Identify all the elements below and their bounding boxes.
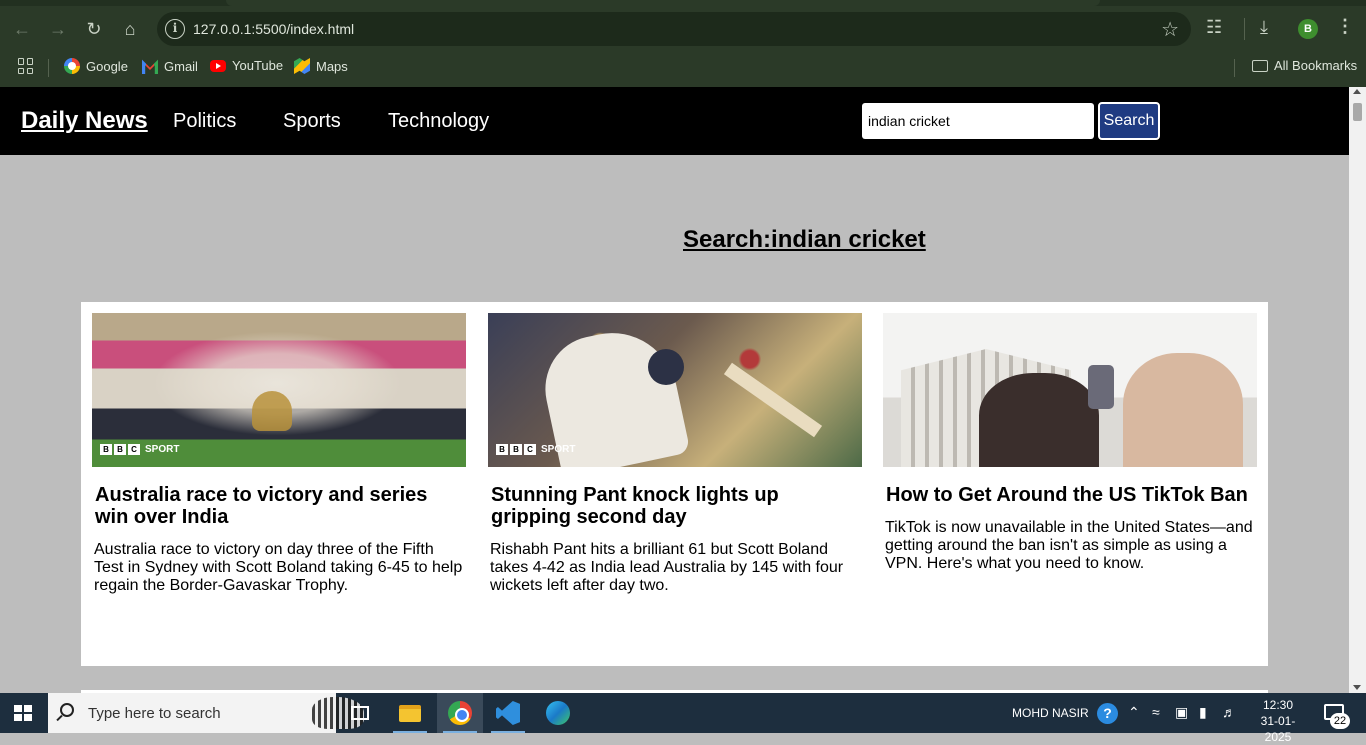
- scroll-up-arrow-icon[interactable]: [1353, 89, 1361, 94]
- page-scrollbar[interactable]: [1349, 87, 1366, 693]
- task-view-icon: [351, 706, 369, 720]
- all-bookmarks-button[interactable]: All Bookmarks: [1252, 58, 1357, 73]
- chrome-icon: [448, 701, 472, 725]
- edge-icon: [546, 701, 570, 725]
- taskbar-edge[interactable]: [535, 693, 581, 733]
- clock-date: 31-01-2025: [1260, 714, 1296, 744]
- bookmarks-bar: Google Gmail YouTube Maps All Bookmarks: [0, 50, 1366, 87]
- tab-strip: [0, 0, 1366, 6]
- notification-count-badge: 22: [1330, 713, 1350, 729]
- profile-avatar[interactable]: B: [1298, 19, 1318, 39]
- taskbar-file-explorer[interactable]: [387, 693, 433, 733]
- back-button[interactable]: ←: [9, 16, 35, 42]
- brand-logo-link[interactable]: Daily News: [21, 107, 148, 135]
- reload-button[interactable]: ↻: [81, 16, 107, 42]
- bbc-sport-logo: B B C SPORT: [496, 444, 575, 455]
- taskbar-search-placeholder: Type here to search: [88, 705, 221, 722]
- news-card[interactable]: How to Get Around the US TikTok Ban TikT…: [883, 313, 1257, 573]
- google-icon: [64, 58, 80, 74]
- news-card[interactable]: B B C SPORT Stunning Pant knock lights up g…: [488, 313, 862, 595]
- bookmarks-divider: [48, 59, 49, 77]
- chevron-up-icon[interactable]: ⌃: [1128, 704, 1140, 721]
- bookmark-star-icon[interactable]: ☆: [1161, 17, 1179, 42]
- taskbar-search-box[interactable]: Type here to search: [48, 693, 364, 733]
- address-bar[interactable]: i 127.0.0.1:5500/index.html ☆: [157, 12, 1191, 46]
- all-bookmarks-label: All Bookmarks: [1274, 58, 1358, 73]
- scroll-down-arrow-icon[interactable]: [1353, 685, 1361, 690]
- bookmark-label: Google: [86, 58, 128, 74]
- windows-taskbar: Type here to search MOHD NASIR ? ⌃ ≈ ▣ ▮…: [0, 693, 1366, 744]
- meet-icon[interactable]: ▣: [1175, 704, 1188, 721]
- bbc-sport-logo: B B C SPORT: [100, 444, 179, 455]
- news-card-description: Rishabh Pant hits a brilliant 61 but Sco…: [490, 541, 844, 594]
- nav-link-sports[interactable]: Sports: [283, 110, 341, 133]
- gmail-icon: [142, 59, 158, 74]
- news-card-description: TikTok is now unavailable in the United …: [885, 519, 1253, 572]
- help-icon[interactable]: ?: [1097, 703, 1118, 724]
- bookmark-gmail[interactable]: Gmail: [142, 58, 198, 74]
- bookmark-google[interactable]: Google: [64, 58, 128, 74]
- vscode-icon: [496, 701, 520, 725]
- news-card-title[interactable]: Australia race to victory and series win…: [95, 484, 463, 528]
- bookmark-label: Maps: [316, 58, 348, 74]
- apps-grid-icon[interactable]: [18, 58, 34, 74]
- search-button[interactable]: Search: [1098, 102, 1160, 140]
- bookmark-label: YouTube: [232, 58, 284, 73]
- news-card-image[interactable]: [883, 313, 1257, 467]
- news-card-title[interactable]: Stunning Pant knock lights up gripping s…: [491, 484, 859, 528]
- search-results-heading: Search:indian cricket: [683, 226, 926, 253]
- extensions-icon[interactable]: ☷: [1206, 17, 1222, 38]
- news-cards-container: B B C SPORT Australia race to victory and s…: [81, 302, 1268, 666]
- news-card-title[interactable]: How to Get Around the US TikTok Ban: [886, 484, 1254, 506]
- scroll-thumb[interactable]: [1353, 103, 1362, 121]
- windows-start-icon[interactable]: [14, 705, 32, 721]
- forward-button[interactable]: →: [45, 16, 71, 42]
- site-navbar: Daily News Politics Sports Technology Se…: [0, 87, 1349, 155]
- clock-time: 12:30: [1262, 698, 1294, 712]
- news-card-image[interactable]: B B C SPORT: [488, 313, 862, 467]
- tray-user-name[interactable]: MOHD NASIR: [1012, 706, 1089, 720]
- news-card-image[interactable]: B B C SPORT: [92, 313, 466, 467]
- nav-link-politics[interactable]: Politics: [173, 110, 236, 133]
- battery-icon[interactable]: ▮: [1199, 704, 1207, 721]
- task-view-button[interactable]: [337, 693, 383, 733]
- volume-icon[interactable]: ♬: [1222, 704, 1236, 720]
- web-page: Daily News Politics Sports Technology Se…: [0, 87, 1349, 693]
- download-icon[interactable]: ⤓: [1260, 17, 1268, 38]
- active-tab[interactable]: [226, 0, 1100, 6]
- home-button[interactable]: ⌂: [117, 16, 143, 42]
- toolbar-divider: [1244, 18, 1245, 40]
- taskbar-clock[interactable]: 12:30 31-01-2025: [1248, 697, 1308, 745]
- nav-link-technology[interactable]: Technology: [388, 110, 489, 133]
- wifi-icon[interactable]: ≈: [1152, 704, 1160, 720]
- youtube-icon: [210, 59, 226, 72]
- bookmarks-divider: [1234, 59, 1235, 77]
- search-icon: [60, 703, 74, 717]
- news-card-description: Australia race to victory on day three o…: [94, 541, 463, 594]
- url-text: 127.0.0.1:5500/index.html: [193, 21, 355, 37]
- news-card[interactable]: B B C SPORT Australia race to victory and s…: [92, 313, 466, 595]
- bookmark-maps[interactable]: Maps: [294, 58, 348, 74]
- site-info-icon[interactable]: i: [165, 19, 185, 39]
- maps-icon: [294, 58, 310, 74]
- taskbar-vscode[interactable]: [485, 693, 531, 733]
- search-input[interactable]: [862, 103, 1094, 139]
- bookmark-label: Gmail: [164, 58, 198, 74]
- browser-menu-icon[interactable]: ⋮: [1336, 16, 1354, 37]
- taskbar-chrome[interactable]: [437, 693, 483, 733]
- bookmark-youtube[interactable]: YouTube: [210, 58, 283, 73]
- file-explorer-icon: [399, 704, 421, 722]
- folder-icon: [1252, 59, 1268, 72]
